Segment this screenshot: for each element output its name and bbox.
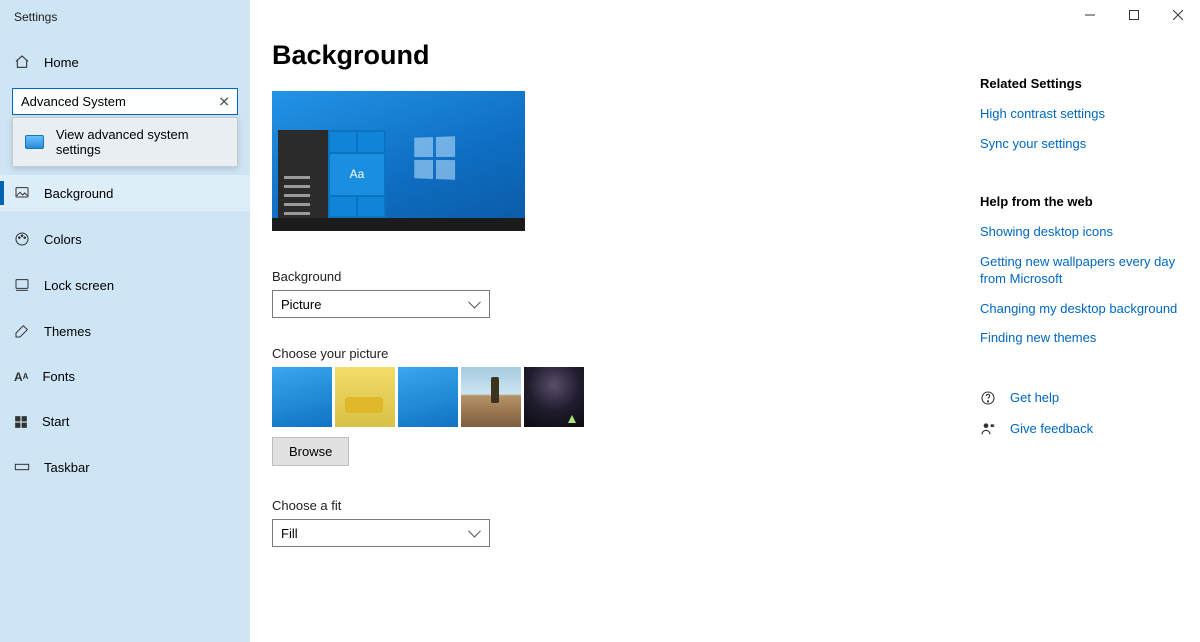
help-heading: Help from the web [980,194,1178,209]
link-give-feedback[interactable]: Give feedback [1010,420,1093,438]
home-button[interactable]: Home [0,46,250,78]
nav-label: Lock screen [44,278,114,293]
palette-icon [14,231,30,247]
main: Background Aa Background Picture Choose … [250,0,1200,642]
start-icon [14,415,28,429]
fit-label: Choose a fit [272,498,956,513]
nav-list: Background Colors Lock screen Themes AA … [0,175,250,485]
feedback-icon [980,421,996,437]
nav-label: Colors [44,232,82,247]
nav-label: Fonts [42,369,75,384]
lockscreen-icon [14,277,30,293]
home-label: Home [44,55,79,70]
desktop-preview: Aa [272,91,525,231]
right-panel: Related Settings High contrast settings … [980,0,1200,642]
brush-icon [14,323,30,339]
fit-select-value: Fill [281,526,298,541]
search-container: ✕ [12,88,238,115]
link-new-themes[interactable]: Finding new themes [980,329,1178,347]
windows-logo-icon [414,136,455,179]
nav-item-background[interactable]: Background [0,175,250,211]
maximize-button[interactable] [1112,0,1156,30]
suggestion-text: View advanced system settings [56,127,225,157]
thumbnail-4[interactable] [461,367,521,427]
link-wallpapers[interactable]: Getting new wallpapers every day from Mi… [980,253,1178,288]
link-high-contrast[interactable]: High contrast settings [980,105,1178,123]
page-title: Background [272,40,956,71]
search-suggestion[interactable]: View advanced system settings [12,117,238,167]
picture-thumbnails [272,367,956,427]
link-change-bg[interactable]: Changing my desktop background [980,300,1178,318]
link-get-help[interactable]: Get help [1010,389,1059,407]
thumbnail-2[interactable] [335,367,395,427]
content: Background Aa Background Picture Choose … [250,0,980,642]
monitor-icon [25,135,44,149]
nav-label: Start [42,414,69,429]
thumbnail-5[interactable] [524,367,584,427]
nav-item-colors[interactable]: Colors [0,221,250,257]
search-input[interactable] [12,88,238,115]
nav-label: Themes [44,324,91,339]
nav-label: Taskbar [44,460,90,475]
link-desktop-icons[interactable]: Showing desktop icons [980,223,1178,241]
preview-tile-text: Aa [330,154,384,195]
nav-item-fonts[interactable]: AA Fonts [0,359,250,394]
choose-picture-label: Choose your picture [272,346,956,361]
app-title: Settings [0,0,250,24]
picture-icon [14,185,30,201]
help-icon [980,390,996,406]
taskbar-icon [14,459,30,475]
close-button[interactable] [1156,0,1200,30]
related-heading: Related Settings [980,76,1178,91]
background-label: Background [272,269,956,284]
background-select-value: Picture [281,297,321,312]
minimize-button[interactable] [1068,0,1112,30]
clear-search-icon[interactable]: ✕ [218,93,230,110]
thumbnail-1[interactable] [272,367,332,427]
browse-button[interactable]: Browse [272,437,349,466]
nav-item-lockscreen[interactable]: Lock screen [0,267,250,303]
thumbnail-3[interactable] [398,367,458,427]
background-select[interactable]: Picture [272,290,490,318]
fonts-icon: AA [14,370,28,384]
home-icon [14,54,30,70]
window-controls [1068,0,1200,30]
sidebar: Settings Home ✕ View advanced system set… [0,0,250,642]
link-sync-settings[interactable]: Sync your settings [980,135,1178,153]
nav-item-start[interactable]: Start [0,404,250,439]
nav-item-themes[interactable]: Themes [0,313,250,349]
nav-label: Background [44,186,113,201]
nav-item-taskbar[interactable]: Taskbar [0,449,250,485]
fit-select[interactable]: Fill [272,519,490,547]
